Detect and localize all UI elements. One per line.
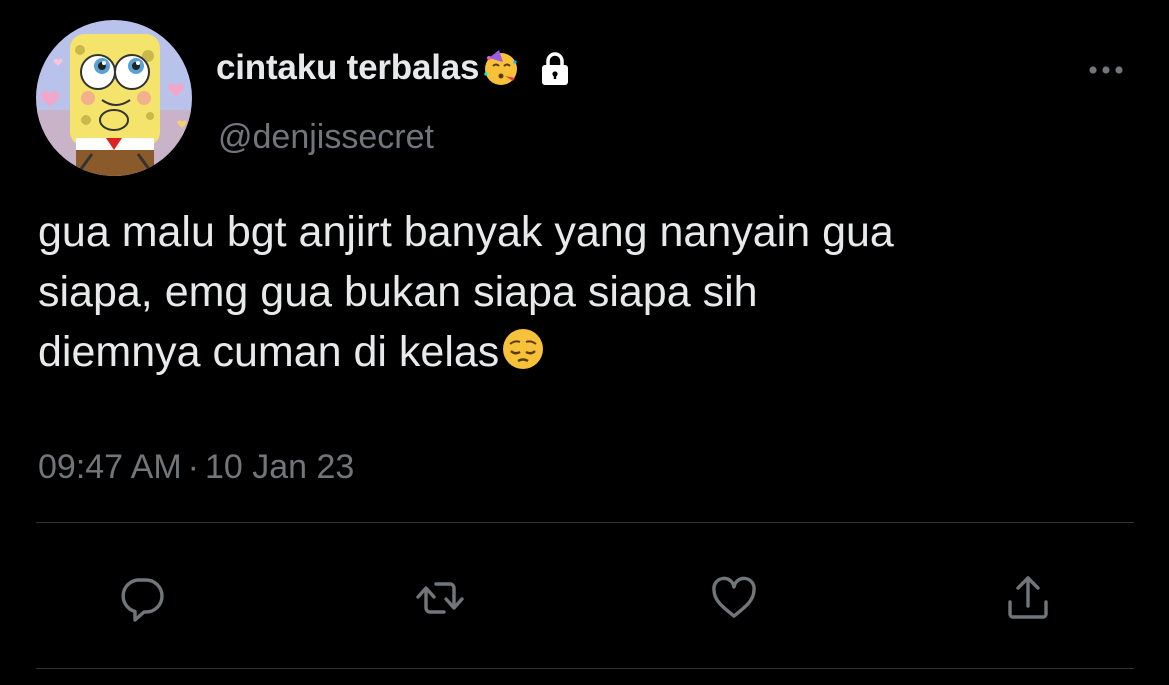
meta-separator: · bbox=[187, 448, 199, 486]
tweet-text-line-last: diemnya cuman di kelas bbox=[38, 322, 1138, 382]
reply-button[interactable] bbox=[114, 570, 170, 626]
display-name[interactable]: cintaku terbalas bbox=[216, 48, 480, 88]
partying-face-emoji bbox=[481, 48, 521, 88]
divider bbox=[36, 522, 1134, 523]
tweet-meta: 09:47 AM · 10 Jan 23 bbox=[38, 448, 354, 487]
tweet-text-line: siapa, emg gua bukan siapa siapa sih bbox=[38, 268, 758, 316]
lock-icon bbox=[535, 48, 575, 88]
more-icon bbox=[1089, 66, 1123, 74]
tweet-text-line: gua malu bgt anjirt banyak yang nanyain … bbox=[38, 208, 894, 256]
tweet-text-line: diemnya cuman di kelas bbox=[38, 328, 500, 376]
tweet-time[interactable]: 09:47 AM bbox=[38, 448, 182, 486]
tweet-text: gua malu bgt anjirt banyak yang nanyain … bbox=[38, 202, 1138, 382]
heart-icon bbox=[712, 576, 756, 618]
retweet-button[interactable] bbox=[412, 570, 468, 626]
share-icon bbox=[1008, 576, 1048, 619]
reply-icon bbox=[121, 578, 164, 622]
user-handle[interactable]: @denjissecret bbox=[218, 118, 434, 157]
tweet-detail: cintaku terbalas @denjissecret gua malu … bbox=[0, 0, 1169, 685]
retweet-icon bbox=[416, 582, 464, 614]
display-name-row: cintaku terbalas bbox=[216, 46, 575, 90]
more-button[interactable] bbox=[1078, 50, 1134, 90]
avatar[interactable] bbox=[36, 20, 192, 176]
tweet-date[interactable]: 10 Jan 23 bbox=[205, 448, 354, 486]
pensive-face-emoji bbox=[500, 326, 546, 372]
divider bbox=[36, 668, 1134, 669]
share-button[interactable] bbox=[1000, 570, 1056, 626]
like-button[interactable] bbox=[706, 570, 762, 626]
spongebob-avatar-image bbox=[36, 20, 192, 176]
